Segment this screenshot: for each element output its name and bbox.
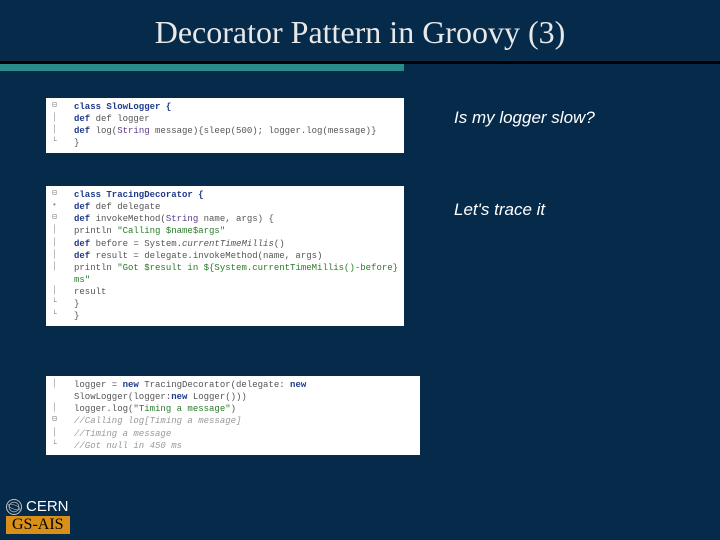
- fold-end-icon: └: [52, 310, 74, 322]
- gutter-bar: │: [52, 238, 74, 250]
- fold-icon: ⊟: [52, 189, 74, 201]
- code-text: class TracingDecorator {: [74, 190, 204, 200]
- gutter-bar: │: [52, 428, 74, 440]
- gutter-bar: │: [52, 225, 74, 237]
- code-text: println "Got $result in ${System.current…: [74, 262, 402, 286]
- code-text: logger.log("Timing a message"): [74, 403, 418, 415]
- code-comment: //Got null in 450 ms: [74, 440, 418, 452]
- gutter-bar: │: [52, 379, 74, 403]
- code-text: }: [74, 298, 402, 310]
- code-text: class SlowLogger {: [74, 102, 171, 112]
- code-text: logger = new TracingDecorator(delegate: …: [74, 379, 418, 403]
- code-text: result: [74, 286, 402, 298]
- fold-icon: ⊟: [52, 101, 74, 113]
- fold-end-icon: └: [52, 298, 74, 310]
- gutter-bar: │: [52, 113, 74, 125]
- code-block-slowlogger: ⊟ class SlowLogger { │ def def logger │ …: [46, 98, 404, 153]
- fold-end-icon: └: [52, 440, 74, 452]
- code-text: }: [74, 310, 402, 322]
- fold-icon: ⊟: [52, 213, 74, 225]
- code-text: def def delegatelog(String message){slee…: [74, 125, 402, 137]
- fold-icon: ⊟: [52, 415, 74, 427]
- code-block-usage: │ logger = new TracingDecorator(delegate…: [46, 376, 420, 455]
- cern-logo-icon: [6, 499, 22, 515]
- annotation-slow: Is my logger slow?: [454, 108, 595, 128]
- gutter-bar: │: [52, 125, 74, 137]
- gutter-bar: │: [52, 262, 74, 286]
- code-comment: //Timing a message: [74, 428, 418, 440]
- footer: CERN GS-AIS: [6, 498, 70, 534]
- footer-org: CERN: [26, 498, 69, 515]
- code-text: def before = System.currentTimeMillis(): [74, 238, 402, 250]
- code-text: def invokeMethod(String name, args) {: [74, 213, 402, 225]
- gutter-bar: │: [52, 286, 74, 298]
- divider-teal: [0, 64, 404, 71]
- slide-title: Decorator Pattern in Groovy (3): [0, 0, 720, 61]
- gutter-bar: │: [52, 250, 74, 262]
- code-text: def def logger: [74, 113, 402, 125]
- gutter-bar: │: [52, 403, 74, 415]
- code-text: println "Calling $name$args": [74, 225, 402, 237]
- code-text: }: [74, 137, 402, 149]
- code-text: def result = delegate.invokeMethod(name,…: [74, 250, 402, 262]
- code-block-tracingdecorator: ⊟ class TracingDecorator { • def def del…: [46, 186, 404, 326]
- code-text: def def delegate: [74, 201, 402, 213]
- code-comment: //Calling log[Timing a message]: [74, 415, 418, 427]
- gutter-dot: •: [52, 201, 74, 213]
- fold-end-icon: └: [52, 137, 74, 149]
- annotation-trace: Let's trace it: [454, 200, 545, 220]
- footer-dept: GS-AIS: [6, 516, 70, 534]
